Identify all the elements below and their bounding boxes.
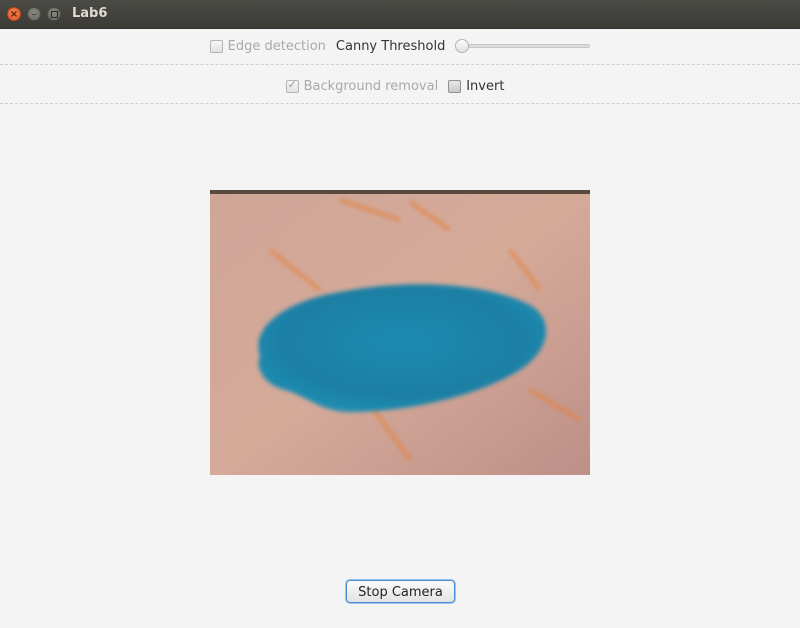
title-bar: × – Lab6 [0, 0, 800, 29]
edge-detection-checkbox[interactable]: Edge detection [209, 38, 326, 54]
background-removal-label: Background removal [303, 78, 439, 94]
minimize-icon[interactable]: – [27, 7, 41, 21]
checkbox-icon[interactable]: ✓ [285, 77, 299, 93]
invert-checkbox[interactable]: Invert [448, 79, 504, 94]
separator [0, 64, 800, 65]
invert-label: Invert [466, 78, 505, 94]
canny-threshold-label: Canny Threshold [335, 38, 446, 54]
stop-camera-button[interactable]: Stop Camera [346, 580, 455, 603]
checkmark-icon: ✓ [287, 77, 297, 91]
edge-toolbar: Edge detection Canny Threshold [0, 30, 800, 62]
camera-frame [210, 190, 590, 475]
slider-thumb[interactable] [455, 39, 470, 53]
window-title: Lab6 [72, 6, 108, 21]
checkbox-icon[interactable] [448, 79, 462, 93]
background-toolbar: ✓ Background removal Invert [0, 70, 800, 102]
slider-track[interactable] [455, 44, 591, 48]
canny-threshold-slider[interactable] [455, 39, 591, 53]
app-window: × – Lab6 Edge detection Canny Threshold … [0, 0, 800, 628]
camera-image [210, 190, 590, 475]
maximize-icon[interactable] [47, 7, 61, 21]
checkbox-icon[interactable] [209, 39, 223, 53]
edge-detection-label: Edge detection [227, 38, 326, 54]
close-icon[interactable]: × [7, 7, 21, 21]
background-removal-checkbox[interactable]: ✓ Background removal [285, 77, 439, 94]
separator [0, 103, 800, 104]
